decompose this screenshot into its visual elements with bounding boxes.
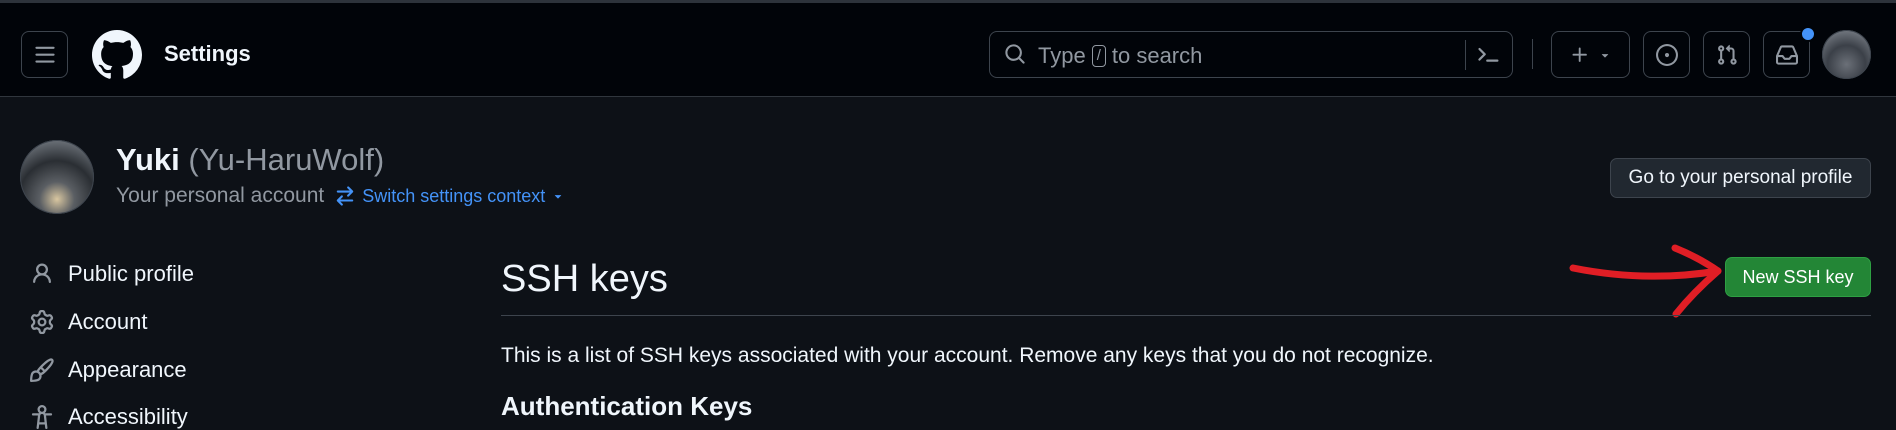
user-avatar-menu[interactable] — [1822, 30, 1871, 79]
search-placeholder-end: to search — [1111, 43, 1203, 68]
avatar — [20, 140, 94, 214]
login-name: (Yu-HaruWolf) — [188, 142, 385, 177]
accessibility-icon — [31, 405, 53, 429]
search-placeholder: Type / to search — [1038, 43, 1202, 69]
issues-icon — [1655, 43, 1678, 66]
notification-indicator — [1800, 26, 1816, 42]
page-context-title[interactable]: Settings — [164, 41, 251, 67]
page-title: SSH keys — [501, 258, 668, 300]
account-subtitle: Your personal account Switch settings co… — [116, 184, 565, 208]
command-palette-icon[interactable] — [1476, 43, 1500, 67]
search-input[interactable]: Type / to search — [989, 31, 1513, 78]
go-to-profile-button[interactable]: Go to your personal profile — [1610, 158, 1871, 198]
search-shortcut-key: / — [1091, 45, 1106, 67]
gear-icon — [30, 310, 54, 334]
top-navigation-bar: Settings Type / to search — [0, 0, 1896, 97]
sidebar-item-label: Accessibility — [68, 404, 188, 429]
annotation-arrow-icon — [1569, 244, 1722, 318]
plus-icon — [1572, 47, 1587, 62]
sidebar-item-label: Public profile — [68, 261, 194, 286]
header-divider — [1532, 39, 1533, 69]
sidebar-item-account[interactable]: Account — [30, 309, 148, 335]
hamburger-icon — [34, 46, 55, 63]
switch-context-label: Switch settings context — [362, 185, 546, 206]
create-new-button[interactable] — [1551, 31, 1630, 78]
personal-account-label: Your personal account — [116, 184, 325, 207]
sidebar-item-label: Appearance — [68, 357, 187, 382]
new-ssh-key-button[interactable]: New SSH key — [1725, 257, 1871, 297]
ssh-keys-description: This is a list of SSH keys associated wi… — [501, 344, 1434, 367]
display-name: Yuki — [116, 142, 180, 177]
pull-request-icon — [1717, 44, 1737, 65]
section-title: Authentication Keys — [501, 391, 753, 421]
caret-down-icon — [555, 195, 562, 199]
search-placeholder-start: Type — [1038, 43, 1086, 68]
account-name: Yuki (Yu-HaruWolf) — [116, 142, 384, 178]
search-icon — [1005, 44, 1025, 64]
sidebar-item-public-profile[interactable]: Public profile — [30, 261, 194, 287]
issues-button[interactable] — [1643, 31, 1690, 78]
github-logo[interactable] — [92, 30, 142, 80]
pull-requests-button[interactable] — [1703, 31, 1750, 78]
search-divider — [1465, 40, 1466, 70]
paintbrush-icon — [30, 358, 54, 382]
switch-settings-context-link[interactable]: Switch settings context — [334, 185, 565, 207]
sidebar-item-appearance[interactable]: Appearance — [30, 357, 187, 383]
arrow-switch-icon — [336, 186, 354, 206]
person-icon — [33, 263, 51, 284]
sidebar-item-label: Account — [68, 309, 148, 334]
title-divider — [501, 315, 1871, 316]
sidebar-item-accessibility[interactable]: Accessibility — [30, 404, 188, 430]
chevron-down-icon — [1601, 53, 1608, 58]
inbox-icon — [1775, 44, 1798, 65]
open-menu-button[interactable] — [21, 31, 68, 78]
